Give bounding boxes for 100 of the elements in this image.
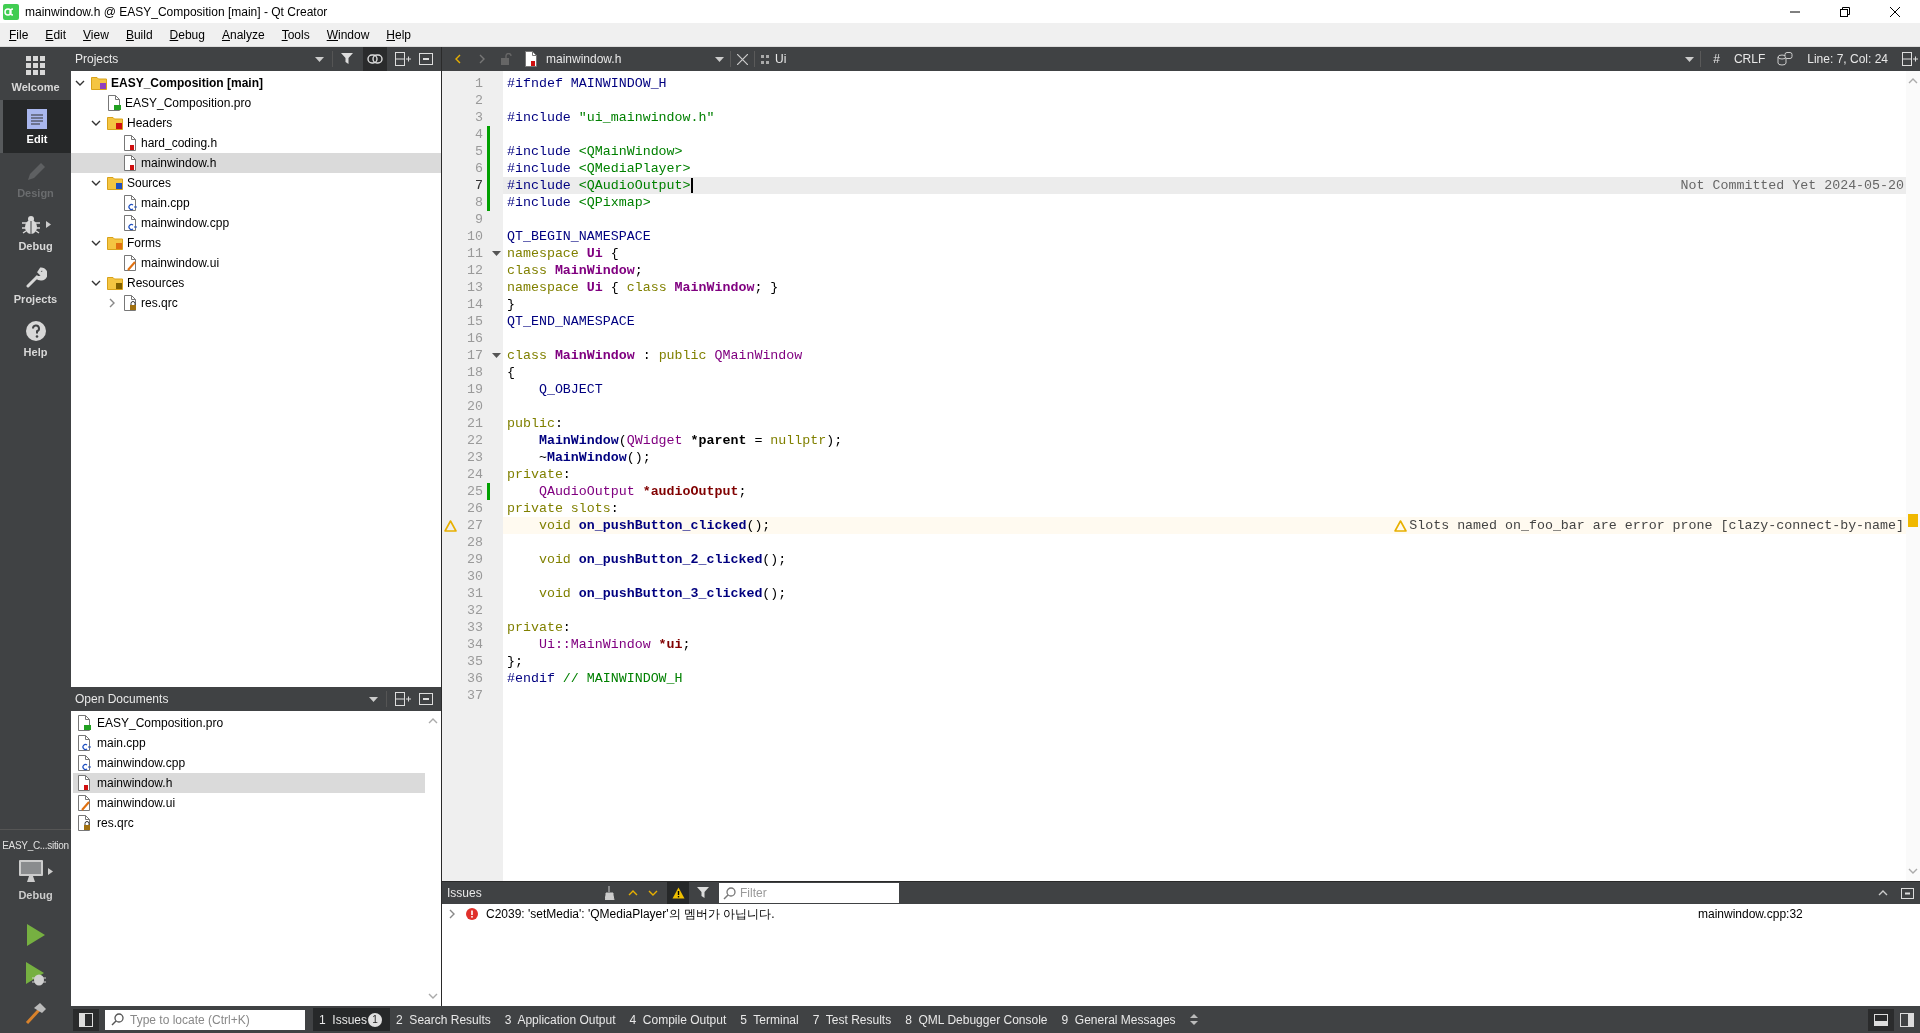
- menu-item[interactable]: Build: [116, 27, 161, 42]
- locator-field[interactable]: Type to locate (Ctrl+K): [105, 1009, 305, 1030]
- code-line: private slots:: [507, 500, 619, 517]
- issue-row[interactable]: C2039: 'setMedia': 'QMediaPlayer'의 멤버가 아닙니다. mainwindow.cpp:32: [442, 904, 1920, 924]
- tree-item[interactable]: mainwindow.ui: [71, 253, 441, 273]
- run-button[interactable]: [24, 923, 47, 947]
- blame-annotation: Not Committed Yet 2024-05-20: [1680, 177, 1905, 194]
- tree-item[interactable]: Resources: [71, 273, 441, 293]
- line-number: 37: [466, 687, 483, 704]
- tree-item[interactable]: hard_coding.h: [71, 133, 441, 153]
- fold-arrow-icon[interactable]: [492, 353, 501, 358]
- filter-icon[interactable]: [341, 52, 355, 66]
- document-item[interactable]: res.qrc: [73, 813, 425, 833]
- mode-button[interactable]: Help: [0, 312, 71, 365]
- dropdown-caret-icon[interactable]: [1685, 56, 1695, 62]
- tree-item[interactable]: EASY_Composition.pro: [71, 93, 441, 113]
- split-icon[interactable]: [395, 692, 411, 706]
- symbol-selector[interactable]: Ui: [761, 52, 787, 66]
- menu-item[interactable]: Help: [377, 27, 420, 42]
- output-tab[interactable]: 4 Compile Output: [623, 1008, 735, 1031]
- folder-icon: [107, 176, 123, 190]
- close-pane-icon[interactable]: [419, 53, 433, 65]
- dropdown-caret-icon[interactable]: [715, 56, 724, 62]
- issue-location: mainwindow.cpp:32: [1698, 907, 1804, 921]
- sync-toggle[interactable]: [363, 47, 387, 71]
- line-number: 27: [466, 517, 483, 534]
- build-button[interactable]: [23, 1001, 48, 1025]
- tree-item[interactable]: mainwindow.cpp: [71, 213, 441, 233]
- close-icon[interactable]: [1890, 6, 1900, 17]
- submenu-arrow-icon[interactable]: [48, 867, 53, 875]
- line-number: 9: [474, 211, 483, 228]
- split-icon[interactable]: [1902, 52, 1918, 66]
- file-icon: [123, 295, 137, 311]
- output-tab[interactable]: 8 QML Debugger Console: [899, 1008, 1056, 1031]
- menu-item[interactable]: View: [74, 27, 117, 42]
- line-number: 19: [466, 381, 483, 398]
- output-tab[interactable]: 2 Search Results: [390, 1008, 499, 1031]
- tree-item[interactable]: mainwindow.h: [71, 153, 441, 173]
- panel-title: Issues: [446, 886, 483, 900]
- file-icon: [77, 715, 91, 731]
- code-line: void on_pushButton_3_clicked();: [537, 585, 787, 602]
- float-icon[interactable]: [1901, 887, 1914, 899]
- file-icon: [77, 815, 91, 831]
- code-line: MainWindow(QWidget *parent = nullptr);: [537, 432, 843, 449]
- output-tab[interactable]: 9 General Messages: [1055, 1008, 1184, 1031]
- output-tab[interactable]: 5 Terminal: [734, 1008, 807, 1031]
- debug-run-button[interactable]: [23, 961, 48, 987]
- database-icon[interactable]: [1777, 52, 1794, 66]
- line-number: 25: [466, 483, 483, 500]
- menu-item[interactable]: Debug: [160, 27, 213, 42]
- code-line: {: [507, 364, 515, 381]
- line-number: 31: [466, 585, 483, 602]
- dropdown-caret-icon[interactable]: [315, 56, 324, 62]
- filter-icon[interactable]: [697, 886, 711, 900]
- output-toggle[interactable]: [1868, 1008, 1894, 1031]
- folder-icon: [107, 276, 123, 290]
- file-icon: [524, 51, 538, 67]
- tree-item[interactable]: res.qrc: [71, 293, 441, 313]
- document-icon: [27, 108, 47, 129]
- indent-setting[interactable]: #: [1713, 52, 1720, 66]
- issue-message: C2039: 'setMedia': 'QMediaPlayer'의 멤버가 아닙니다.: [486, 905, 776, 923]
- mode-button[interactable]: Debug: [0, 206, 71, 259]
- close-pane-icon[interactable]: [419, 693, 433, 705]
- split-icon[interactable]: [395, 52, 411, 66]
- line-ending-setting[interactable]: CRLF: [1733, 52, 1766, 66]
- mode-button[interactable]: Edit: [0, 100, 71, 153]
- warnings-toggle[interactable]: [667, 882, 689, 904]
- dropdown-caret-icon[interactable]: [369, 696, 378, 702]
- tree-item[interactable]: main.cpp: [71, 193, 441, 213]
- fold-arrow-icon[interactable]: [492, 251, 501, 256]
- tree-item[interactable]: Sources: [71, 173, 441, 193]
- mode-button[interactable]: Welcome: [0, 47, 71, 100]
- menu-item[interactable]: File: [0, 27, 37, 42]
- tree-item[interactable]: Forms: [71, 233, 441, 253]
- tree-item[interactable]: Headers: [71, 113, 441, 133]
- sidebar-toggle[interactable]: [73, 1008, 99, 1031]
- output-tab[interactable]: 1 Issues 1: [313, 1008, 391, 1031]
- output-tab[interactable]: 7 Test Results: [806, 1008, 900, 1031]
- file-selector[interactable]: mainwindow.h: [524, 51, 724, 67]
- line-number: 11: [466, 245, 483, 262]
- code-line: class MainWindow : public QMainWindow: [507, 347, 803, 364]
- folder-icon: [107, 116, 123, 130]
- menu-item[interactable]: Window: [317, 27, 378, 42]
- cursor-position[interactable]: Line: 7, Col: 24: [1807, 52, 1888, 66]
- document-item[interactable]: mainwindow.h: [73, 773, 425, 793]
- maximize-icon[interactable]: [1840, 6, 1850, 17]
- submenu-arrow-icon[interactable]: [46, 221, 51, 228]
- output-tab[interactable]: 3 Application Output: [498, 1008, 624, 1031]
- more-tabs-icon[interactable]: [1189, 1014, 1198, 1025]
- document-item[interactable]: EASY_Composition.pro: [73, 713, 425, 733]
- document-item[interactable]: main.cpp: [73, 733, 425, 753]
- menu-item[interactable]: Edit: [36, 27, 75, 42]
- document-item[interactable]: mainwindow.cpp: [73, 753, 425, 773]
- menu-item[interactable]: Tools: [272, 27, 318, 42]
- mode-button[interactable]: Projects: [0, 259, 71, 312]
- tree-item[interactable]: EASY_Composition [main]: [71, 73, 441, 93]
- menu-item[interactable]: Analyze: [212, 27, 273, 42]
- line-number: 29: [466, 551, 483, 568]
- right-sidebar-icon[interactable]: [1900, 1012, 1914, 1027]
- document-item[interactable]: mainwindow.ui: [73, 793, 425, 813]
